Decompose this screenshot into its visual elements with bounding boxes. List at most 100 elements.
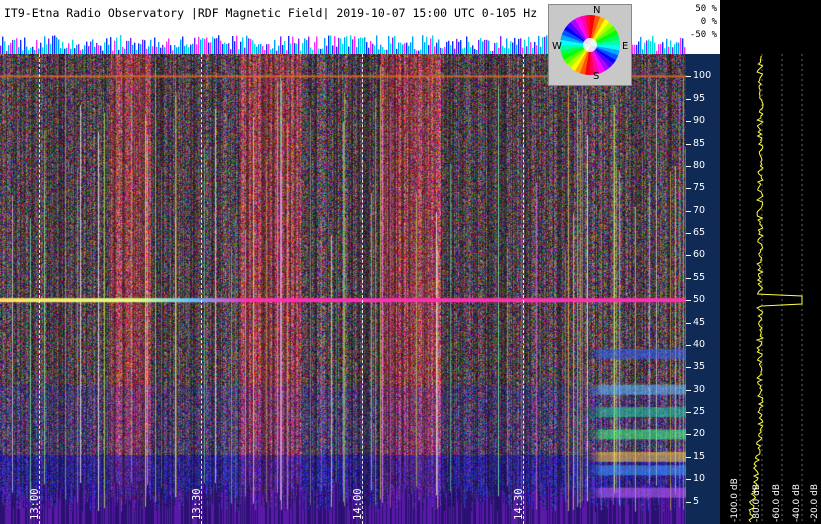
- histogram-bar: [16, 38, 18, 54]
- frequency-label: 70: [693, 204, 706, 216]
- histogram-bar: [646, 40, 648, 54]
- histogram-bar: [96, 42, 98, 54]
- frequency-label: 75: [693, 182, 706, 194]
- average-spectrum-trace: [739, 54, 803, 524]
- histogram-bar: [154, 37, 156, 54]
- histogram-bar: [114, 40, 116, 54]
- histogram-bar: [292, 36, 294, 54]
- frequency-label: 50: [693, 294, 706, 306]
- histogram-bar: [130, 37, 132, 54]
- histogram-bar: [180, 39, 182, 54]
- histogram-bar: [268, 43, 270, 54]
- compass-center: [583, 38, 597, 52]
- histogram-bar: [358, 38, 360, 54]
- histogram-bar: [644, 42, 646, 54]
- histogram-bar: [458, 41, 460, 54]
- histogram-bar: [214, 38, 216, 54]
- histogram-bar: [26, 46, 28, 54]
- histogram-bar: [104, 42, 106, 54]
- histogram-bar: [142, 39, 144, 54]
- histogram-bar: [484, 39, 486, 54]
- histogram-bar: [298, 38, 300, 54]
- frequency-tick: [686, 277, 691, 279]
- frequency-label: 10: [693, 473, 706, 485]
- frequency-tick: [686, 456, 691, 458]
- histogram-bar: [12, 40, 14, 54]
- frequency-label: 55: [693, 271, 706, 283]
- frequency-tick: [686, 412, 691, 414]
- histogram-bar: [280, 36, 282, 54]
- histogram-bar: [528, 36, 530, 54]
- histogram-bar: [258, 44, 260, 54]
- time-label: 13:00: [29, 488, 41, 520]
- histogram-bar: [198, 36, 200, 54]
- histogram-bar: [406, 42, 408, 54]
- time-label: 13:30: [191, 488, 203, 520]
- spectrum-line: [748, 55, 803, 523]
- direction-compass: N E S W: [548, 4, 632, 86]
- histogram-bar: [202, 37, 204, 54]
- histogram-bar: [450, 45, 452, 54]
- histogram-bar: [260, 43, 262, 54]
- histogram-bar: [78, 44, 80, 54]
- histogram-bar: [204, 38, 206, 54]
- histogram-bar: [188, 47, 190, 54]
- frequency-label: 15: [693, 450, 706, 462]
- compass-west: W: [552, 41, 562, 52]
- histogram-bar: [402, 44, 404, 54]
- histogram-bar: [252, 40, 254, 54]
- histogram-bar: [422, 35, 424, 54]
- histogram-bar: [360, 37, 362, 54]
- histogram-bar: [176, 47, 178, 54]
- percent-label: 0 %: [700, 17, 717, 27]
- histogram-bar: [302, 42, 304, 54]
- histogram-bar: [138, 43, 140, 54]
- time-label: 14:00: [352, 488, 364, 520]
- histogram-bar: [228, 43, 230, 54]
- frequency-label: 65: [693, 227, 706, 239]
- histogram-bar: [424, 42, 426, 54]
- histogram-bar: [370, 40, 372, 54]
- histogram-bar: [106, 38, 108, 54]
- histogram-bar: [40, 42, 42, 54]
- histogram-bar: [394, 36, 396, 54]
- histogram-bar: [56, 37, 58, 54]
- histogram-bar: [366, 42, 368, 54]
- db-label: -40.0 dB: [792, 483, 802, 522]
- frequency-tick: [686, 389, 691, 391]
- histogram-bar: [342, 43, 344, 54]
- frequency-label: 85: [693, 137, 706, 149]
- histogram-bar: [218, 35, 220, 54]
- histogram-bar: [190, 44, 192, 54]
- histogram-bar: [212, 36, 214, 54]
- histogram-bar: [224, 42, 226, 54]
- histogram-bar: [542, 37, 544, 54]
- histogram-bar: [430, 38, 432, 54]
- histogram-bar: [666, 38, 668, 54]
- db-label: -80.0 dB: [752, 483, 762, 522]
- histogram-bar: [514, 37, 516, 54]
- histogram-bar: [524, 39, 526, 54]
- histogram-bar: [310, 47, 312, 54]
- time-gridline: [201, 54, 202, 524]
- histogram-bar: [676, 42, 678, 54]
- histogram-bar: [512, 42, 514, 54]
- histogram-bar: [392, 37, 394, 54]
- histogram-bar: [362, 38, 364, 54]
- histogram-bar: [170, 45, 172, 54]
- histogram-bar: [158, 42, 160, 54]
- histogram-bar: [240, 41, 242, 54]
- frequency-label: 60: [693, 249, 706, 261]
- histogram-bar: [444, 46, 446, 54]
- histogram-bar: [46, 44, 48, 54]
- histogram-bar: [92, 39, 94, 54]
- histogram-bar: [518, 38, 520, 54]
- histogram-bar: [306, 40, 308, 54]
- frequency-label: 90: [693, 115, 706, 127]
- compass-north: N: [593, 5, 601, 16]
- histogram-bar: [192, 43, 194, 54]
- histogram-bar: [10, 42, 12, 54]
- histogram-bar: [316, 36, 318, 54]
- frequency-label: 100: [693, 70, 712, 82]
- histogram-bar: [668, 46, 670, 54]
